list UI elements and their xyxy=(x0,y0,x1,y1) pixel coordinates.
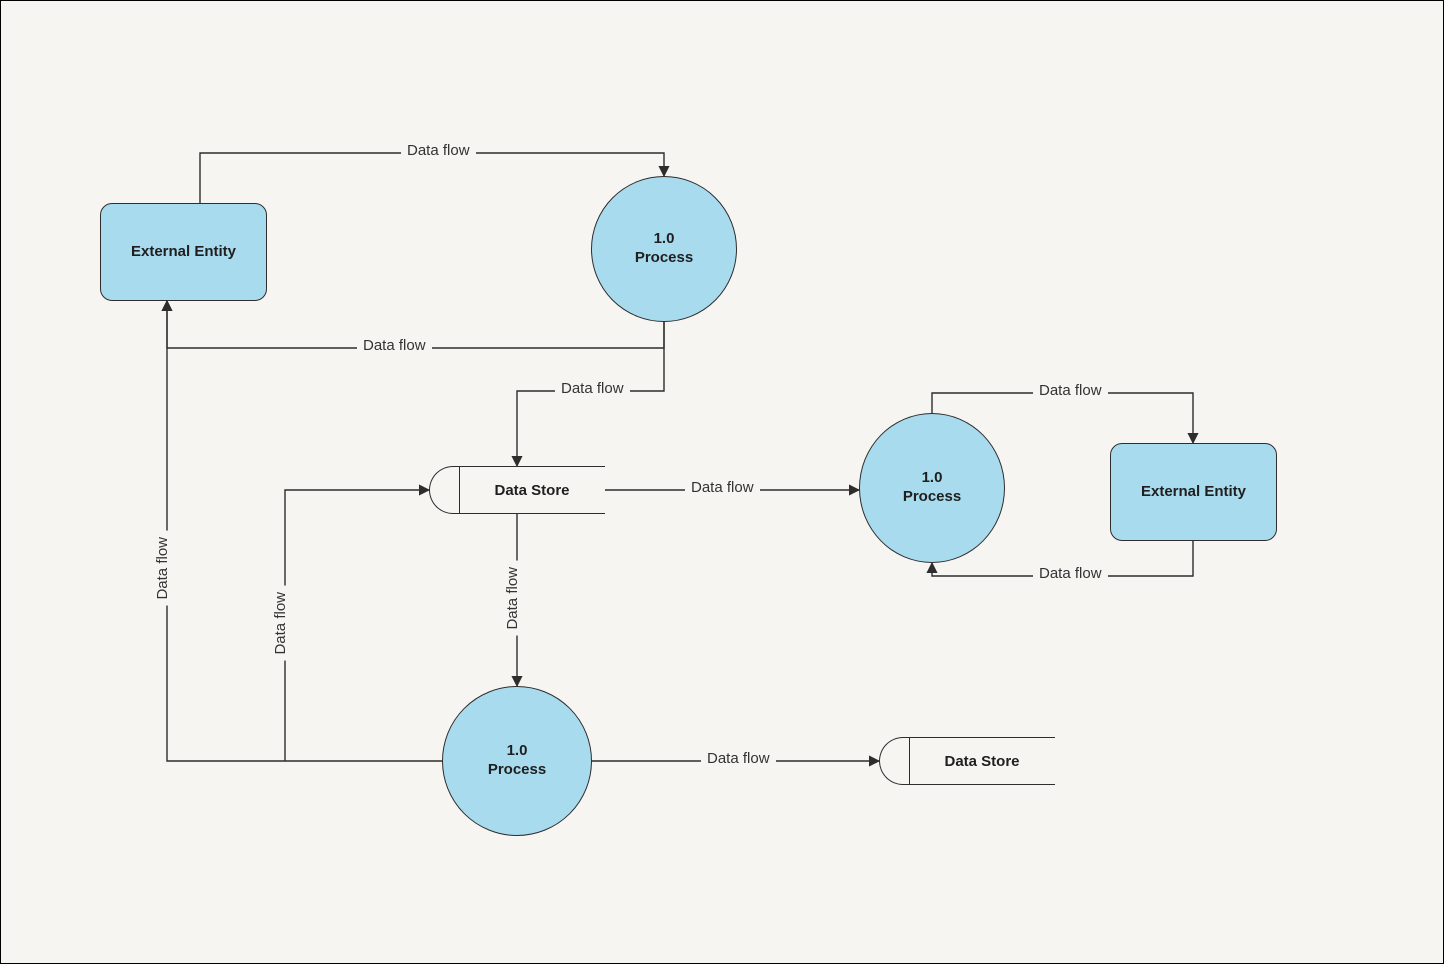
node-label: Data Store xyxy=(459,466,605,514)
node-label: External Entity xyxy=(1141,483,1246,502)
flow-process3-to-datastore1 xyxy=(285,490,429,761)
flow-process3-to-entity1 xyxy=(167,301,442,761)
data-store-1[interactable]: Data Store xyxy=(429,466,605,514)
external-entity-1[interactable]: External Entity xyxy=(100,203,267,301)
flow-label: Data flow xyxy=(272,586,289,661)
flow-label: Data flow xyxy=(357,337,432,354)
flow-label: Data flow xyxy=(701,750,776,767)
external-entity-2[interactable]: External Entity xyxy=(1110,443,1277,541)
node-number: 1.0 xyxy=(507,742,528,761)
node-label: Data Store xyxy=(909,737,1055,785)
process-3[interactable]: 1.0 Process xyxy=(442,686,592,836)
flow-label: Data flow xyxy=(401,142,476,159)
flow-label: Data flow xyxy=(1033,382,1108,399)
node-number: 1.0 xyxy=(654,230,675,249)
data-store-2[interactable]: Data Store xyxy=(879,737,1055,785)
flow-label: Data flow xyxy=(1033,565,1108,582)
diagram-canvas: Data flow Data flow Data flow Data flow … xyxy=(0,0,1444,964)
flow-label: Data flow xyxy=(504,561,521,636)
node-number: 1.0 xyxy=(922,469,943,488)
node-label: Process xyxy=(635,249,693,268)
flow-label: Data flow xyxy=(555,380,630,397)
node-label: External Entity xyxy=(131,243,236,262)
process-2[interactable]: 1.0 Process xyxy=(859,413,1005,563)
node-label: Process xyxy=(903,488,961,507)
process-1[interactable]: 1.0 Process xyxy=(591,176,737,322)
node-label: Process xyxy=(488,761,546,780)
flow-label: Data flow xyxy=(154,531,171,606)
flow-entity1-to-process1 xyxy=(200,153,664,203)
flow-label: Data flow xyxy=(685,479,760,496)
